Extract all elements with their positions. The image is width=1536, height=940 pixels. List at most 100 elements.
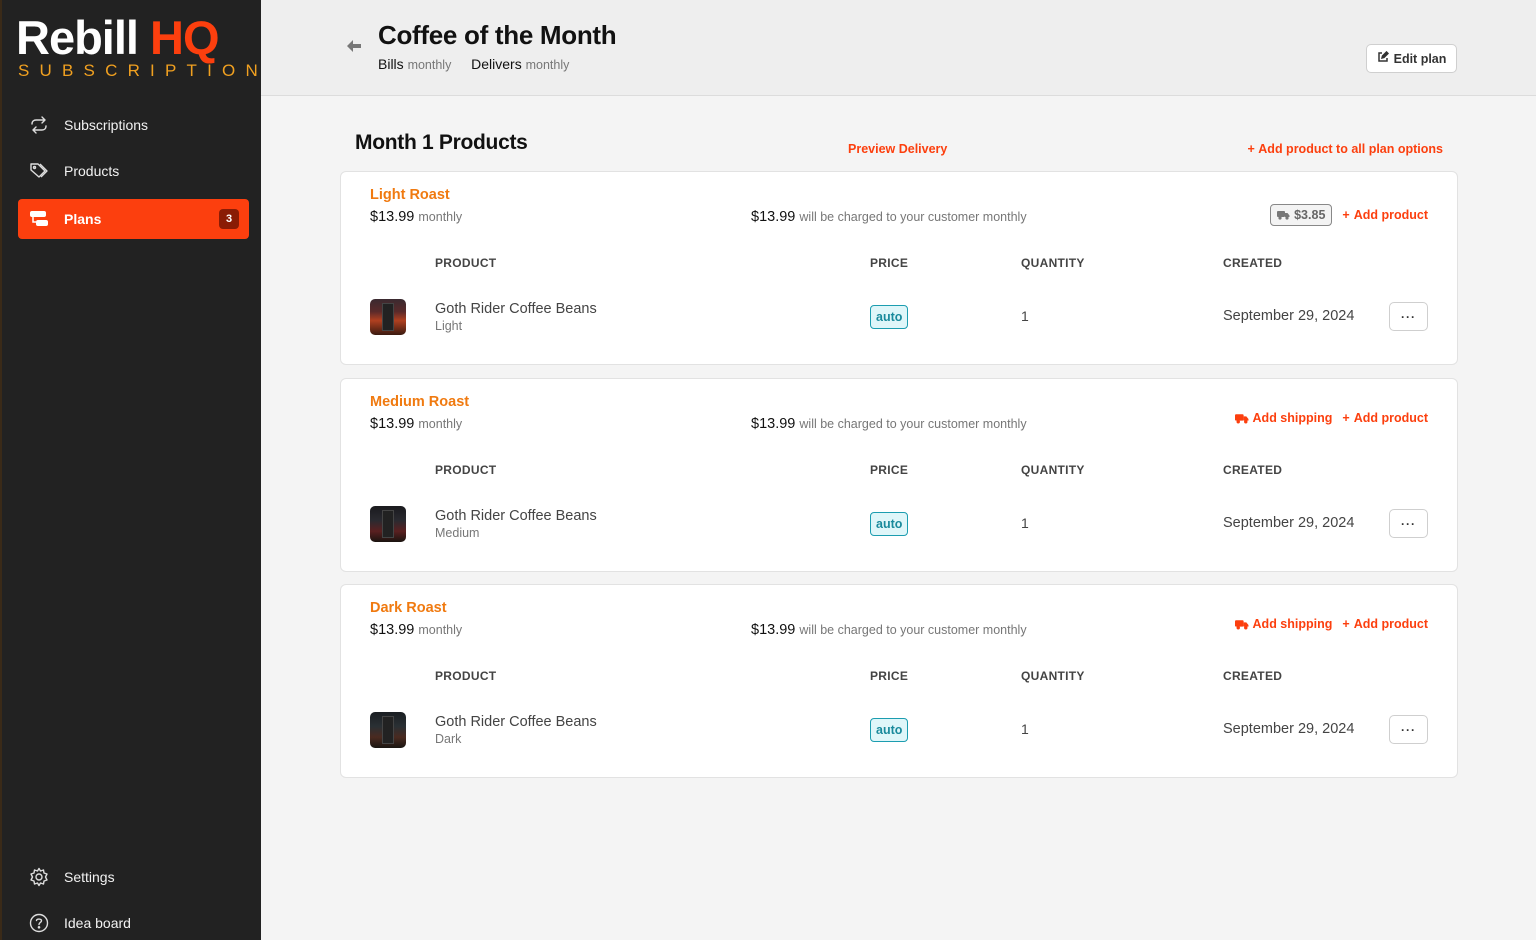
edit-plan-label: Edit plan [1393, 51, 1447, 66]
charge-text: will be charged to your customer monthly [799, 417, 1027, 431]
bills-value: monthly [407, 58, 452, 72]
sidebar-item-subscriptions[interactable]: Subscriptions [18, 105, 249, 145]
back-arrow-icon[interactable] [345, 38, 365, 56]
product-name[interactable]: Goth Rider Coffee Beans [435, 301, 597, 317]
edit-plan-button[interactable]: Edit plan [1366, 44, 1457, 73]
price-interval: monthly [418, 623, 463, 637]
add-product-link[interactable]: + Add product [1342, 411, 1428, 425]
product-thumbnail [370, 299, 406, 335]
add-shipping-label: Add shipping [1252, 617, 1333, 631]
sidebar-item-label: Plans [64, 211, 102, 227]
coffee-bag-image [382, 303, 394, 331]
sidebar-item-label: Products [64, 163, 120, 179]
plan-option-card: Dark Roast $13.99 monthly $13.99 will be… [340, 584, 1458, 778]
charge-summary: $13.99 will be charged to your customer … [751, 209, 1027, 225]
plus-icon: + [1342, 208, 1350, 222]
column-header-created: CREATED [1223, 463, 1283, 477]
plan-option-name: Dark Roast [370, 600, 447, 616]
column-header-quantity: QUANTITY [1021, 256, 1085, 270]
add-product-link[interactable]: + Add product [1342, 617, 1428, 631]
plus-icon: + [1342, 411, 1350, 425]
tags-icon [28, 160, 50, 182]
plan-option-price: $13.99 monthly [370, 416, 462, 432]
price-interval: monthly [418, 417, 463, 431]
page-title: Coffee of the Month [378, 20, 617, 50]
charge-amount: $13.99 [751, 416, 796, 432]
brand-tagline: SUBSCRIPTIONS [18, 61, 290, 80]
truck-icon [1234, 619, 1248, 629]
plan-schedule: Bills monthly Delivers monthly [378, 56, 569, 72]
sidebar-item-idea-board[interactable]: Idea board [18, 903, 249, 940]
sidebar-item-label: Idea board [64, 915, 131, 931]
sidebar-item-label: Subscriptions [64, 117, 149, 133]
add-product-all-options-link[interactable]: + Add product to all plan options [1247, 142, 1443, 156]
plan-option-name: Medium Roast [370, 394, 470, 410]
charge-summary: $13.99 will be charged to your customer … [751, 622, 1027, 638]
more-options-button[interactable]: ··· [1389, 715, 1428, 744]
sidebar: Rebill HQ SUBSCRIPTIONS Subscriptions Pr… [0, 0, 290, 940]
sidebar-item-products[interactable]: Products [18, 151, 249, 191]
product-quantity: 1 [1021, 308, 1029, 324]
plus-icon: + [1247, 142, 1255, 156]
add-shipping-link[interactable]: Add shipping [1234, 411, 1333, 425]
sidebar-item-settings[interactable]: Settings [18, 857, 249, 897]
preview-delivery-link[interactable]: Preview Delivery [848, 142, 947, 156]
price-auto-badge: auto [870, 718, 909, 742]
column-header-created: CREATED [1223, 669, 1283, 683]
add-product-label: Add product [1353, 208, 1428, 222]
bills-label: Bills [378, 56, 404, 72]
price-auto-badge: auto [870, 305, 909, 329]
price-auto-badge: auto [870, 512, 909, 536]
add-product-label: Add product [1353, 411, 1428, 425]
add-shipping-label: Add shipping [1252, 411, 1333, 425]
column-header-created: CREATED [1223, 256, 1283, 270]
truck-icon [1277, 211, 1290, 220]
column-header-product: PRODUCT [435, 256, 497, 270]
add-shipping-link[interactable]: Add shipping [1234, 617, 1333, 631]
gear-icon [28, 866, 50, 888]
product-thumbnail [370, 506, 406, 542]
page-header: Coffee of the Month Bills monthly Delive… [261, 0, 1536, 96]
brand-name: Rebill HQ [16, 11, 220, 64]
delivers-label: Delivers [471, 56, 522, 72]
column-header-price: PRICE [870, 256, 909, 270]
plan-option-price: $13.99 monthly [370, 622, 462, 638]
price-value: $13.99 [370, 209, 415, 225]
product-thumbnail [370, 712, 406, 748]
price-interval: monthly [418, 210, 463, 224]
charge-text: will be charged to your customer monthly [799, 210, 1027, 224]
truck-icon [1234, 413, 1248, 423]
product-name[interactable]: Goth Rider Coffee Beans [435, 714, 597, 730]
add-product-link[interactable]: + Add product [1342, 208, 1428, 222]
product-quantity: 1 [1021, 515, 1029, 531]
column-header-product: PRODUCT [435, 669, 497, 683]
coffee-bag-image [382, 510, 394, 538]
brand-logo[interactable]: Rebill HQ SUBSCRIPTIONS [16, 11, 290, 80]
product-created-date: September 29, 2024 [1223, 721, 1355, 737]
product-created-date: September 29, 2024 [1223, 308, 1355, 324]
plan-option-card: Light Roast $13.99 monthly $13.99 will b… [340, 171, 1458, 365]
card-actions: Add shipping + Add product [1234, 411, 1428, 425]
column-header-quantity: QUANTITY [1021, 669, 1085, 683]
more-options-button[interactable]: ··· [1389, 302, 1428, 331]
sidebar-item-plans[interactable]: Plans 3 [18, 199, 249, 239]
column-header-price: PRICE [870, 669, 909, 683]
plans-icon [28, 208, 50, 230]
plan-option-card: Medium Roast $13.99 monthly $13.99 will … [340, 378, 1458, 572]
plans-count-badge: 3 [219, 209, 239, 229]
plus-icon: + [1342, 617, 1350, 631]
plan-option-name: Light Roast [370, 187, 450, 203]
more-options-button[interactable]: ··· [1389, 509, 1428, 538]
product-name[interactable]: Goth Rider Coffee Beans [435, 508, 597, 524]
card-actions: Add shipping + Add product [1234, 617, 1428, 631]
delivers-value: monthly [525, 58, 570, 72]
section-title: Month 1 Products [355, 131, 528, 154]
shipping-cost: $3.85 [1294, 208, 1326, 222]
question-circle-icon [28, 912, 50, 934]
shipping-cost-badge[interactable]: $3.85 [1270, 204, 1333, 226]
price-value: $13.99 [370, 622, 415, 638]
product-created-date: September 29, 2024 [1223, 515, 1355, 531]
charge-amount: $13.99 [751, 622, 796, 638]
edit-icon [1377, 50, 1389, 66]
price-value: $13.99 [370, 416, 415, 432]
